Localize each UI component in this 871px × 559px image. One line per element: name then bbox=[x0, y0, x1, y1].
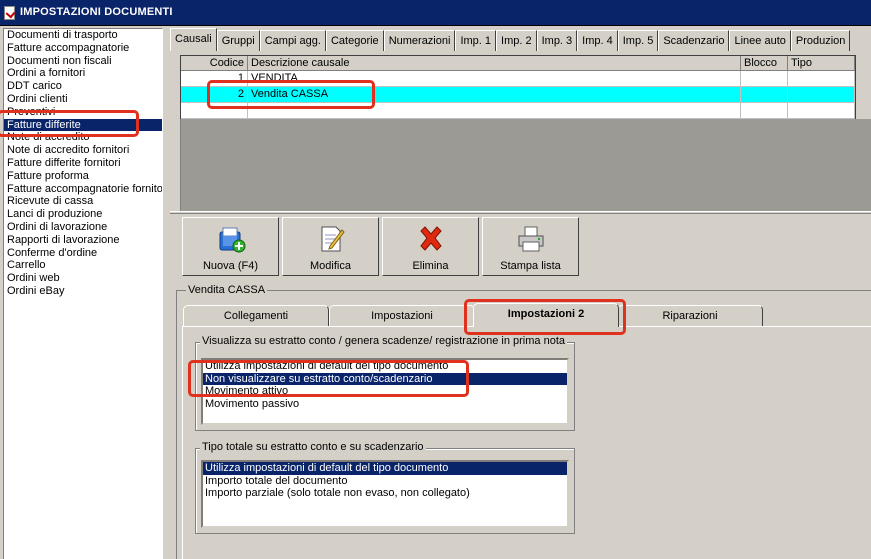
tipo-totale-listbox[interactable]: Utilizza impostazioni di default del tip… bbox=[201, 460, 569, 528]
detail-group-title: Vendita CASSA bbox=[186, 284, 268, 296]
subtab-collegamenti[interactable]: Collegamenti bbox=[183, 305, 329, 326]
tab-imp-1[interactable]: Imp. 1 bbox=[455, 30, 497, 51]
doc-type-item[interactable]: Fatture accompagnatorie bbox=[4, 42, 162, 55]
table-row-selected[interactable]: 2 Vendita CASSA bbox=[181, 87, 855, 103]
listbox-option[interactable]: Movimento attivo bbox=[203, 385, 567, 398]
doc-type-item[interactable]: Ordini eBay bbox=[4, 285, 162, 298]
doc-type-item[interactable]: Fatture accompagnatorie fornitori bbox=[4, 183, 162, 196]
settings-tabstrip: Causali Gruppi Campi agg. Categorie Nume… bbox=[170, 28, 871, 51]
subtab-impostazioni[interactable]: Impostazioni bbox=[329, 305, 475, 326]
doc-type-item[interactable]: Ordini web bbox=[4, 272, 162, 285]
cell-codice: 1 bbox=[181, 71, 248, 87]
doc-type-item[interactable]: Fatture proforma bbox=[4, 170, 162, 183]
doc-type-item[interactable]: Note di accredito fornitori bbox=[4, 144, 162, 157]
grid-empty-area bbox=[180, 119, 871, 211]
tab-imp-5[interactable]: Imp. 5 bbox=[617, 30, 659, 51]
column-header-tipo[interactable]: Tipo bbox=[788, 56, 855, 71]
delete-button-label: Elimina bbox=[412, 260, 449, 272]
listbox-option[interactable]: Importo totale del documento bbox=[203, 475, 567, 488]
tipo-totale-fieldset-title: Tipo totale su estratto conto e su scade… bbox=[200, 441, 426, 453]
doc-type-item[interactable]: Documenti di trasporto bbox=[4, 29, 162, 42]
doc-type-item-selected[interactable]: Fatture differite bbox=[4, 118, 162, 132]
window-title: IMPOSTAZIONI DOCUMENTI bbox=[20, 6, 173, 18]
cell-blocco bbox=[741, 71, 788, 87]
visualizza-listbox[interactable]: Utilizza impostazioni di default del tip… bbox=[201, 358, 569, 425]
doc-type-item[interactable]: Rapporti di lavorazione bbox=[4, 234, 162, 247]
cell-descrizione bbox=[248, 103, 741, 119]
tab-imp-3[interactable]: Imp. 3 bbox=[536, 30, 578, 51]
doc-type-item[interactable]: Ordini di lavorazione bbox=[4, 221, 162, 234]
cell-tipo bbox=[788, 103, 855, 119]
print-list-button[interactable]: Stampa lista bbox=[482, 217, 579, 276]
doc-type-item[interactable]: Ordini clienti bbox=[4, 93, 162, 106]
edit-button[interactable]: Modifica bbox=[282, 217, 379, 276]
doc-type-item[interactable]: Preventivi bbox=[4, 106, 162, 119]
cell-blocco bbox=[741, 103, 788, 119]
cell-tipo bbox=[788, 71, 855, 87]
new-button[interactable]: Nuova (F4) bbox=[182, 217, 279, 276]
splitter[interactable] bbox=[170, 211, 871, 214]
causali-grid: Codice Descrizione causale Blocco Tipo 1… bbox=[180, 55, 856, 119]
tab-imp-2[interactable]: Imp. 2 bbox=[496, 30, 537, 51]
listbox-option[interactable]: Importo parziale (solo totale non evaso,… bbox=[203, 487, 567, 500]
column-header-blocco[interactable]: Blocco bbox=[741, 56, 788, 71]
cell-blocco bbox=[741, 87, 788, 103]
visualizza-fieldset-title: Visualizza su estratto conto / genera sc… bbox=[200, 335, 567, 347]
tab-gruppi[interactable]: Gruppi bbox=[216, 30, 260, 51]
table-row[interactable]: 1 VENDITA bbox=[181, 71, 855, 87]
delete-button[interactable]: Elimina bbox=[382, 217, 479, 276]
table-row-new[interactable] bbox=[181, 103, 855, 119]
edit-button-label: Modifica bbox=[310, 260, 351, 272]
window-titlebar: IMPOSTAZIONI DOCUMENTI bbox=[0, 0, 871, 26]
tab-campi-agg[interactable]: Campi agg. bbox=[259, 30, 326, 51]
doc-type-item[interactable]: Conferme d'ordine bbox=[4, 247, 162, 260]
subtab-impostazioni-2[interactable]: Impostazioni 2 bbox=[473, 303, 619, 327]
tab-categorie[interactable]: Categorie bbox=[325, 30, 384, 51]
doc-type-item[interactable]: Documenti non fiscali bbox=[4, 55, 162, 68]
tab-linee-auto[interactable]: Linee auto bbox=[729, 30, 791, 51]
cell-tipo bbox=[788, 87, 855, 103]
cell-descrizione: Vendita CASSA bbox=[248, 87, 741, 103]
app-icon bbox=[4, 6, 15, 20]
column-header-descrizione[interactable]: Descrizione causale bbox=[248, 56, 741, 71]
listbox-option-selected[interactable]: Utilizza impostazioni di default del tip… bbox=[203, 462, 567, 475]
cell-descrizione: VENDITA bbox=[248, 71, 741, 87]
tab-produzione[interactable]: Produzion bbox=[790, 30, 851, 51]
doc-type-item[interactable]: Fatture differite fornitori bbox=[4, 157, 162, 170]
print-list-button-label: Stampa lista bbox=[500, 260, 561, 272]
doc-type-item[interactable]: Carrello bbox=[4, 259, 162, 272]
printer-icon bbox=[518, 226, 544, 252]
new-button-label: Nuova (F4) bbox=[202, 260, 259, 272]
tab-imp-4[interactable]: Imp. 4 bbox=[577, 30, 618, 51]
subtab-riparazioni[interactable]: Riparazioni bbox=[617, 305, 763, 326]
doc-type-item[interactable]: Ricevute di cassa bbox=[4, 195, 162, 208]
doc-type-item[interactable]: Ordini a fornitori bbox=[4, 67, 162, 80]
doc-type-item[interactable]: Lanci di produzione bbox=[4, 208, 162, 221]
column-header-codice[interactable]: Codice bbox=[181, 56, 248, 71]
listbox-option[interactable]: Utilizza impostazioni di default del tip… bbox=[203, 360, 567, 373]
tab-numerazioni[interactable]: Numerazioni bbox=[383, 30, 456, 51]
edit-document-icon bbox=[321, 226, 345, 252]
new-document-icon bbox=[219, 227, 246, 253]
cell-codice: 2 bbox=[181, 87, 248, 103]
delete-x-icon bbox=[420, 226, 442, 251]
tab-causali[interactable]: Causali bbox=[170, 28, 217, 51]
doc-type-item[interactable]: Note di accredito bbox=[4, 131, 162, 144]
doc-type-item[interactable]: DDT carico bbox=[4, 80, 162, 93]
document-type-list[interactable]: Documenti di trasporto Fatture accompagn… bbox=[3, 28, 163, 559]
listbox-option[interactable]: Movimento passivo bbox=[203, 398, 567, 411]
listbox-option-selected[interactable]: Non visualizzare su estratto conto/scade… bbox=[203, 372, 567, 386]
tab-scadenzario[interactable]: Scadenzario bbox=[658, 30, 730, 51]
cell-codice bbox=[181, 103, 248, 119]
